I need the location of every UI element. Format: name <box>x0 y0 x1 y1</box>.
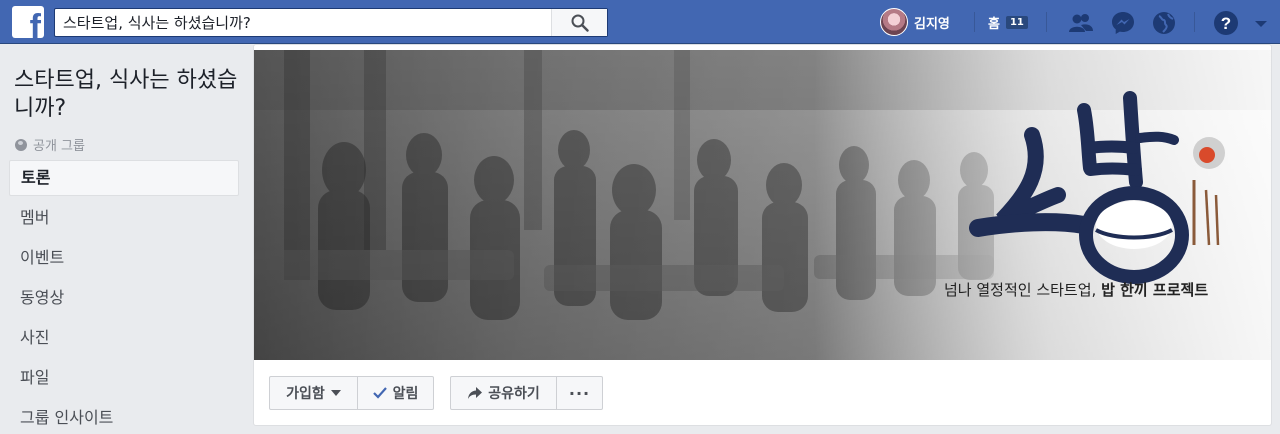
svg-text:?: ? <box>1221 14 1231 33</box>
sidebar-item-photos[interactable]: 사진 <box>9 320 239 356</box>
avatar <box>880 8 908 36</box>
more-options-icon: ··· <box>568 383 591 403</box>
share-button[interactable]: 공유하기 <box>450 376 557 410</box>
group-title[interactable]: 스타트업, 식사는 하셨습니까? <box>14 67 246 123</box>
home-count-badge: 11 <box>1005 16 1028 29</box>
sidebar-item-discussion[interactable]: 토론 <box>9 160 239 196</box>
search-button[interactable] <box>551 9 607 36</box>
facebook-logo[interactable]: f <box>12 6 44 38</box>
tagline-bold-text: 밥 한끼 프로젝트 <box>1101 281 1209 299</box>
friend-requests-icon[interactable] <box>1068 10 1094 36</box>
search-box <box>54 8 608 37</box>
privacy-label: 공개 그룹 <box>33 139 85 154</box>
notifications-globe-icon[interactable] <box>1151 10 1177 36</box>
help-icon[interactable]: ? <box>1213 10 1239 36</box>
profile-link[interactable]: 김지영 <box>880 8 950 36</box>
globe-icon <box>15 138 27 151</box>
home-label: 홈 <box>988 17 1000 32</box>
notifications-label: 알림 <box>392 386 419 402</box>
search-icon <box>571 14 589 32</box>
more-options-button[interactable]: ··· <box>557 376 603 410</box>
top-navigation-bar: f 김지영 홈 11 ? <box>0 0 1280 44</box>
sidebar-item-members[interactable]: 멤버 <box>9 200 239 236</box>
sidebar-item-insights[interactable]: 그룹 인사이트 <box>9 400 239 434</box>
divider <box>1194 12 1195 32</box>
joined-button[interactable]: 가입함 <box>269 376 358 410</box>
cover-tagline: 넘나 열정적인 스타트업, 밥 한끼 프로젝트 <box>944 279 1208 300</box>
profile-name: 김지영 <box>914 16 950 32</box>
sidebar-item-events[interactable]: 이벤트 <box>9 240 239 276</box>
group-sidebar: 스타트업, 식사는 하셨습니까? 공개 그룹 토론 멤버 이벤트 동영상 사진 … <box>0 45 253 434</box>
sidebar-item-files[interactable]: 파일 <box>9 360 239 396</box>
divider <box>974 12 975 32</box>
share-label: 공유하기 <box>488 386 540 402</box>
cover-photo-image <box>254 50 1271 360</box>
chevron-down-icon <box>330 390 341 396</box>
checkmark-icon <box>372 387 387 399</box>
sidebar-item-videos[interactable]: 동영상 <box>9 280 239 316</box>
notifications-button[interactable]: 알림 <box>358 376 434 410</box>
account-menu-caret-icon[interactable] <box>1248 10 1274 36</box>
cover-photo[interactable]: 넘나 열정적인 스타트업, 밥 한끼 프로젝트 <box>254 50 1271 360</box>
share-arrow-icon <box>468 387 483 399</box>
home-link[interactable]: 홈 11 <box>988 13 1028 32</box>
group-header: 넘나 열정적인 스타트업, 밥 한끼 프로젝트 가입함 알림 공유하기 ··· <box>253 44 1272 426</box>
group-actions: 가입함 알림 공유하기 ··· <box>269 376 603 410</box>
group-privacy: 공개 그룹 <box>15 135 85 154</box>
divider <box>1046 12 1047 32</box>
joined-label: 가입함 <box>286 386 325 402</box>
search-input[interactable] <box>55 9 551 36</box>
group-nav: 토론 멤버 이벤트 동영상 사진 파일 그룹 인사이트 <box>9 160 239 434</box>
tagline-text: 넘나 열정적인 스타트업, <box>944 281 1102 299</box>
messenger-icon[interactable] <box>1110 10 1136 36</box>
facebook-logo-letter: f <box>29 8 41 38</box>
